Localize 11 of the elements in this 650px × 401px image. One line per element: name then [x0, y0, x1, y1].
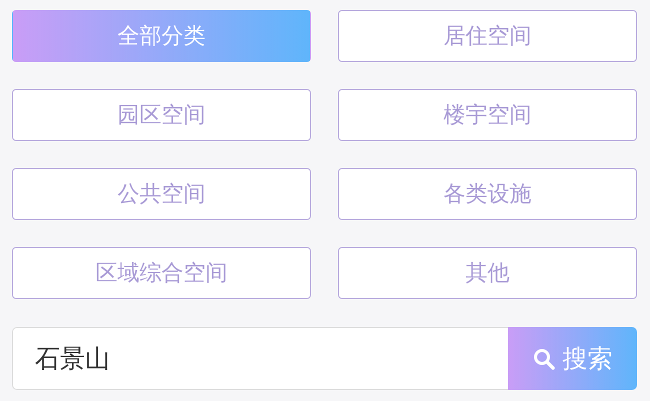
search-button[interactable]: 搜索: [508, 327, 637, 390]
category-button[interactable]: 各类设施: [338, 168, 637, 220]
search-icon: [532, 348, 554, 370]
category-button[interactable]: 其他: [338, 247, 637, 299]
category-button[interactable]: 全部分类: [12, 10, 311, 62]
category-button[interactable]: 园区空间: [12, 89, 311, 141]
category-button[interactable]: 楼宇空间: [338, 89, 637, 141]
search-field[interactable]: 石景山: [12, 327, 508, 390]
category-button[interactable]: 区域综合空间: [12, 247, 311, 299]
category-button[interactable]: 居住空间: [338, 10, 637, 62]
category-button[interactable]: 公共空间: [12, 168, 311, 220]
